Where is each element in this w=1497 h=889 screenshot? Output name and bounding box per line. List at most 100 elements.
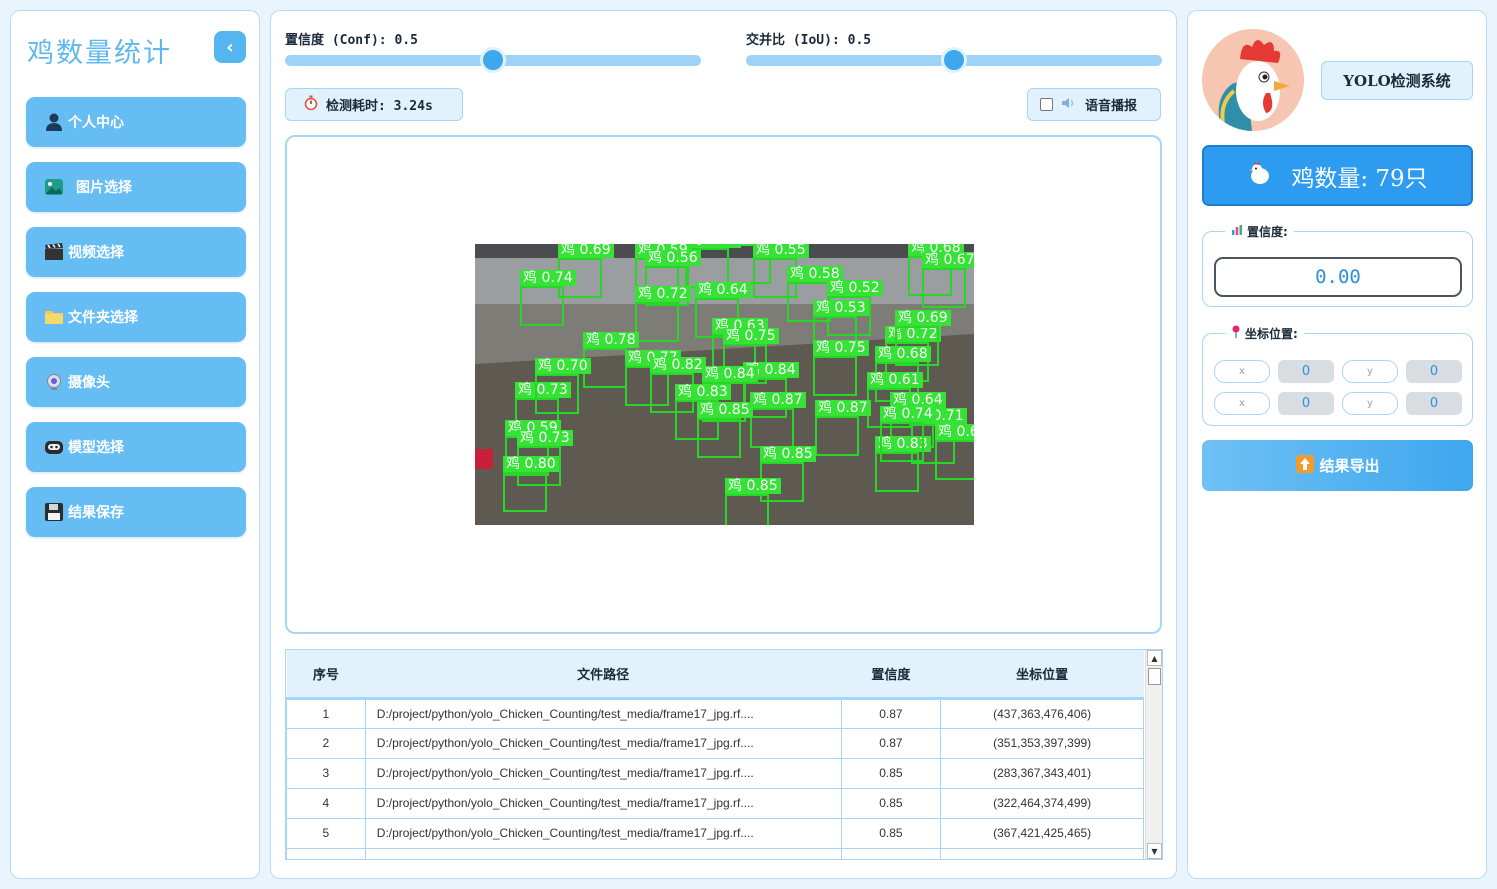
detection-label: 鸡 0.52: [827, 280, 883, 296]
ymin-label: y: [1342, 360, 1398, 383]
detection-label: 鸡 0.87: [750, 392, 806, 408]
detection-label: 鸡 0.67: [922, 252, 974, 268]
row-coordinates: [940, 847, 1144, 859]
image-icon: [43, 176, 65, 198]
detection-label: 鸡 0.6: [935, 424, 974, 440]
confidence-group-title: 置信度:: [1225, 223, 1294, 240]
scroll-up-arrow-icon[interactable]: ▲: [1147, 650, 1162, 666]
row-path: D:/project/python/yolo_Chicken_Counting/…: [364, 817, 842, 849]
column-header-coordinates[interactable]: 坐标位置: [940, 650, 1144, 700]
table-scrollbar[interactable]: ▲ ▼: [1145, 650, 1162, 859]
detection-box: [635, 302, 679, 342]
row-confidence: 0.87: [840, 727, 942, 759]
conf-slider[interactable]: [285, 47, 701, 73]
detection-result-image: 鸡 0.69鸡 0.73鸡 0.64鸡 0.59鸡 0.56鸡 0.55鸡 0.…: [475, 244, 974, 525]
iou-slider[interactable]: [746, 47, 1162, 73]
coordinates-group-title: 坐标位置:: [1225, 325, 1304, 342]
conf-slider-handle[interactable]: [480, 47, 506, 73]
table-row[interactable]: [286, 847, 1144, 859]
nav-folder-select-button[interactable]: 文件夹选择: [26, 292, 246, 342]
nav-video-select-button[interactable]: 视频选择: [26, 227, 246, 277]
xmin-value: 0: [1278, 360, 1334, 383]
row-path: D:/project/python/yolo_Chicken_Counting/…: [364, 757, 842, 789]
chicken-count-text: 鸡数量: 79只: [1291, 165, 1428, 192]
detection-label: 鸡 0.85: [697, 402, 753, 418]
detection-box: [750, 408, 794, 448]
detection-image-frame: 鸡 0.69鸡 0.73鸡 0.64鸡 0.59鸡 0.56鸡 0.55鸡 0.…: [285, 135, 1162, 634]
detection-time-text: 检测耗时: 3.24s: [326, 99, 433, 114]
conf-slider-label: 置信度 (Conf): 0.5: [285, 33, 418, 48]
row-coordinates: (351,353,397,399): [940, 727, 1144, 759]
column-header-confidence[interactable]: 置信度: [841, 650, 941, 700]
detection-box: [520, 286, 564, 326]
xmin-label: x: [1214, 360, 1270, 383]
detection-label: 鸡 0.56: [645, 250, 701, 266]
chicken-icon: [1247, 161, 1273, 191]
detection-label: 鸡 0.87: [815, 400, 871, 416]
info-panel: YOLO检测系统 鸡数量: 79只 置信度: 0.00 坐标位置: x 0 y …: [1187, 10, 1487, 879]
row-index: [286, 847, 366, 859]
chicken-count-display: 鸡数量: 79只: [1202, 145, 1473, 206]
nav-label: 摄像头: [68, 375, 110, 391]
collapse-sidebar-button[interactable]: ‹: [214, 31, 246, 63]
upload-arrow-icon: [1295, 454, 1315, 478]
nav-personal-center-button[interactable]: 个人中心: [26, 97, 246, 147]
sidebar: 鸡数量统计 ‹ 个人中心 图片选择 视频选择 文件夹选择 摄像头 模型选择 结果…: [10, 10, 260, 879]
detection-label: 鸡 0.83: [675, 384, 731, 400]
voice-checkbox[interactable]: [1040, 98, 1053, 111]
voice-broadcast-toggle[interactable]: 语音播报: [1027, 88, 1161, 121]
scroll-down-arrow-icon[interactable]: ▼: [1147, 843, 1162, 859]
row-index: 2: [286, 727, 366, 759]
detection-label: 鸡 0.84: [702, 366, 758, 382]
detection-box: [922, 268, 966, 308]
row-index: 5: [286, 817, 366, 849]
voice-label: 语音播报: [1085, 99, 1138, 114]
detection-box: [535, 374, 579, 414]
confidence-group: 置信度: 0.00: [1202, 223, 1473, 307]
stopwatch-icon: [304, 95, 318, 114]
nav-label: 模型选择: [68, 440, 124, 456]
coordinates-group-label: 坐标位置:: [1245, 327, 1298, 341]
detection-box: [935, 440, 974, 480]
nav-webcam-button[interactable]: 摄像头: [26, 357, 246, 407]
floppy-disk-icon: [43, 501, 65, 523]
detection-label: 鸡 0.75: [723, 328, 779, 344]
detection-label: 鸡 0.74: [880, 406, 936, 422]
table-row[interactable]: 4 D:/project/python/yolo_Chicken_Countin…: [286, 787, 1144, 819]
detection-label: 鸡 0.70: [535, 358, 591, 374]
table-header-row: 序号 文件路径 置信度 坐标位置: [286, 650, 1144, 700]
detection-label: 鸡 0.85: [725, 478, 781, 494]
ymax-label: y: [1342, 392, 1398, 415]
xmax-value: 0: [1278, 392, 1334, 415]
ymin-value: 0: [1406, 360, 1462, 383]
chevron-left-icon: ‹: [226, 36, 234, 58]
column-header-index[interactable]: 序号: [286, 650, 366, 700]
column-header-path[interactable]: 文件路径: [365, 650, 842, 700]
detection-label: 鸡 0.80: [503, 456, 559, 472]
detection-label: 鸡 0.85: [760, 446, 816, 462]
iou-slider-label: 交并比 (IoU): 0.5: [746, 33, 872, 48]
row-path: D:/project/python/yolo_Chicken_Counting/…: [364, 787, 842, 819]
nav-image-select-button[interactable]: 图片选择: [26, 162, 246, 212]
nav-save-results-button[interactable]: 结果保存: [26, 487, 246, 537]
robot-icon: [43, 436, 65, 458]
table-row[interactable]: 5 D:/project/python/yolo_Chicken_Countin…: [286, 817, 1144, 849]
webcam-icon: [43, 371, 65, 393]
table-row[interactable]: 3 D:/project/python/yolo_Chicken_Countin…: [286, 757, 1144, 789]
nav-label: 个人中心: [68, 115, 124, 131]
row-path: [364, 847, 842, 859]
results-table[interactable]: 序号 文件路径 置信度 坐标位置 1 D:/project/python/yol…: [285, 649, 1163, 860]
table-row[interactable]: 2 D:/project/python/yolo_Chicken_Countin…: [286, 727, 1144, 759]
detection-label: 鸡 0.64: [685, 244, 741, 248]
export-results-button[interactable]: 结果导出: [1202, 440, 1473, 491]
row-path: D:/project/python/yolo_Chicken_Counting/…: [364, 727, 842, 759]
nav-label: 图片选择: [76, 180, 132, 196]
scroll-thumb[interactable]: [1148, 668, 1161, 685]
row-coordinates: (283,367,343,401): [940, 757, 1144, 789]
rooster-logo: [1202, 29, 1304, 131]
xmax-label: x: [1214, 392, 1270, 415]
detection-label: 鸡 0.69: [558, 244, 614, 258]
iou-slider-handle[interactable]: [941, 47, 967, 73]
nav-model-select-button[interactable]: 模型选择: [26, 422, 246, 472]
table-row[interactable]: 1 D:/project/python/yolo_Chicken_Countin…: [286, 697, 1144, 729]
